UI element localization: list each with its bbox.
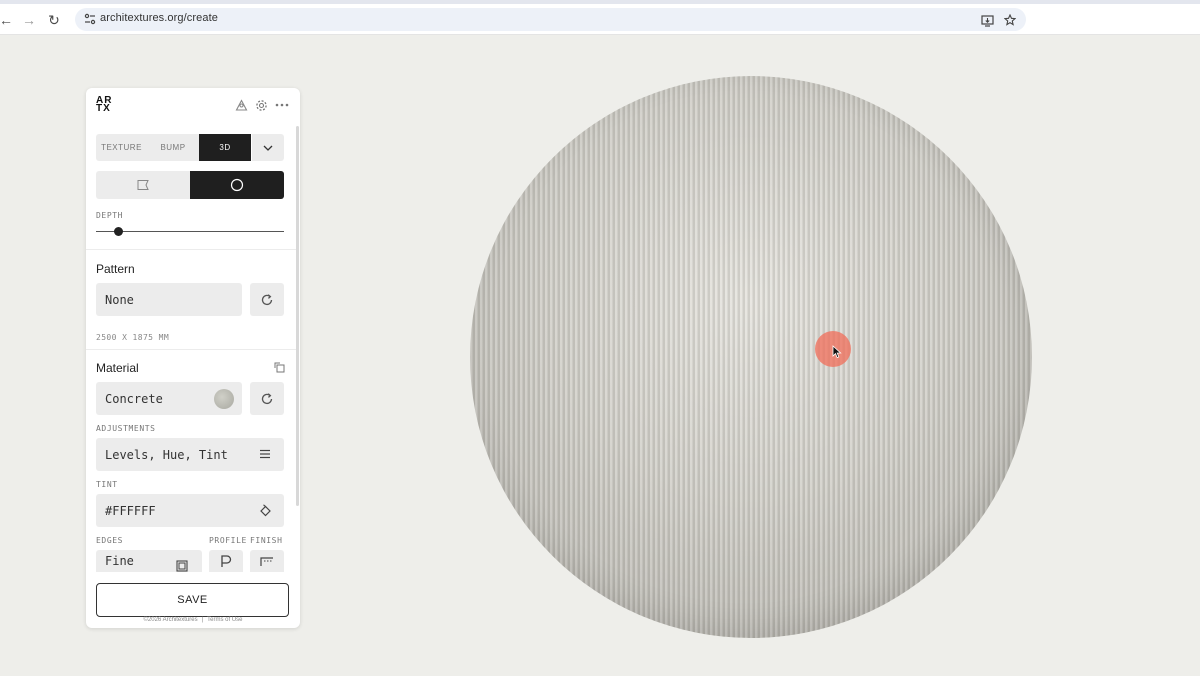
save-area-background	[86, 572, 296, 583]
depth-slider-track[interactable]	[96, 231, 284, 232]
texture-editor-panel: AR TX TEXTURE BUMP 3D DEPTH Pattern None…	[86, 88, 300, 628]
save-button[interactable]: SAVE	[96, 583, 289, 617]
mouse-cursor-icon	[832, 345, 842, 359]
reload-icon[interactable]: ↻	[44, 10, 64, 30]
sphere-icon	[230, 178, 244, 192]
logo-line-2: TX	[96, 103, 111, 114]
gear-icon[interactable]	[254, 98, 268, 112]
profile-icon	[221, 555, 232, 567]
sphere-shape-button[interactable]	[190, 171, 284, 199]
adjustments-field[interactable]: Levels, Hue, Tint	[96, 438, 284, 471]
material-library-icon[interactable]	[272, 360, 288, 376]
sliders-icon[interactable]	[257, 446, 273, 462]
profile-button[interactable]	[209, 550, 243, 572]
pattern-title: Pattern	[96, 262, 135, 276]
artx-logo[interactable]: AR TX	[96, 96, 112, 114]
adjustments-label: ADJUSTMENTS	[96, 424, 156, 433]
material-refresh-button[interactable]	[250, 382, 284, 415]
panel-scrollbar[interactable]	[296, 126, 299, 506]
pattern-dimensions: 2500 X 1875 MM	[96, 333, 170, 342]
tab-bump[interactable]: BUMP	[147, 134, 199, 161]
footer-separator: |	[201, 617, 204, 623]
refresh-icon	[261, 392, 273, 404]
refresh-icon	[261, 293, 273, 305]
plane-icon	[137, 180, 149, 190]
pattern-refresh-button[interactable]	[250, 283, 284, 316]
finish-button[interactable]	[250, 550, 284, 572]
section-divider	[86, 349, 296, 350]
user-icon[interactable]	[234, 98, 248, 112]
section-divider	[86, 249, 296, 250]
pattern-select[interactable]: None	[96, 283, 242, 316]
finish-icon	[260, 557, 273, 566]
browser-toolbar: ← → ↻ architextures.org/create	[0, 4, 1200, 35]
bookmark-star-icon[interactable]	[1002, 12, 1018, 28]
depth-label: DEPTH	[96, 211, 124, 220]
material-swatch[interactable]	[214, 389, 234, 409]
chevron-down-icon	[263, 145, 273, 151]
site-settings-icon[interactable]	[83, 12, 97, 26]
copyright-text: ©2026 Architextures	[143, 617, 198, 623]
address-bar[interactable]: architextures.org/create	[75, 8, 1026, 31]
material-title: Material	[96, 361, 139, 375]
edges-label: EDGES	[96, 536, 124, 545]
tab-3d[interactable]: 3D	[199, 134, 251, 161]
mode-tab-group: TEXTURE BUMP 3D	[96, 134, 284, 161]
shape-toggle	[96, 171, 284, 199]
more-options-icon[interactable]	[275, 98, 289, 112]
tab-texture[interactable]: TEXTURE	[96, 134, 147, 161]
profile-label: PROFILE	[209, 536, 247, 545]
terms-link[interactable]: Terms of Use	[207, 617, 242, 623]
forward-icon[interactable]: →	[19, 10, 39, 30]
install-app-icon[interactable]	[979, 12, 995, 28]
plane-shape-button[interactable]	[96, 171, 190, 199]
3d-sphere-preview[interactable]	[470, 76, 1032, 638]
paint-bucket-icon[interactable]	[257, 502, 273, 518]
tint-field[interactable]: #FFFFFF	[96, 494, 284, 527]
back-icon[interactable]: ←	[0, 10, 16, 30]
mode-dropdown-button[interactable]	[251, 134, 284, 161]
tint-label: TINT	[96, 480, 118, 489]
panel-footer: ©2026 Architextures | Terms of Use	[86, 617, 300, 623]
depth-slider-handle[interactable]	[114, 227, 124, 236]
finish-label: FINISH	[250, 536, 283, 545]
url-text[interactable]: architextures.org/create	[100, 12, 218, 24]
